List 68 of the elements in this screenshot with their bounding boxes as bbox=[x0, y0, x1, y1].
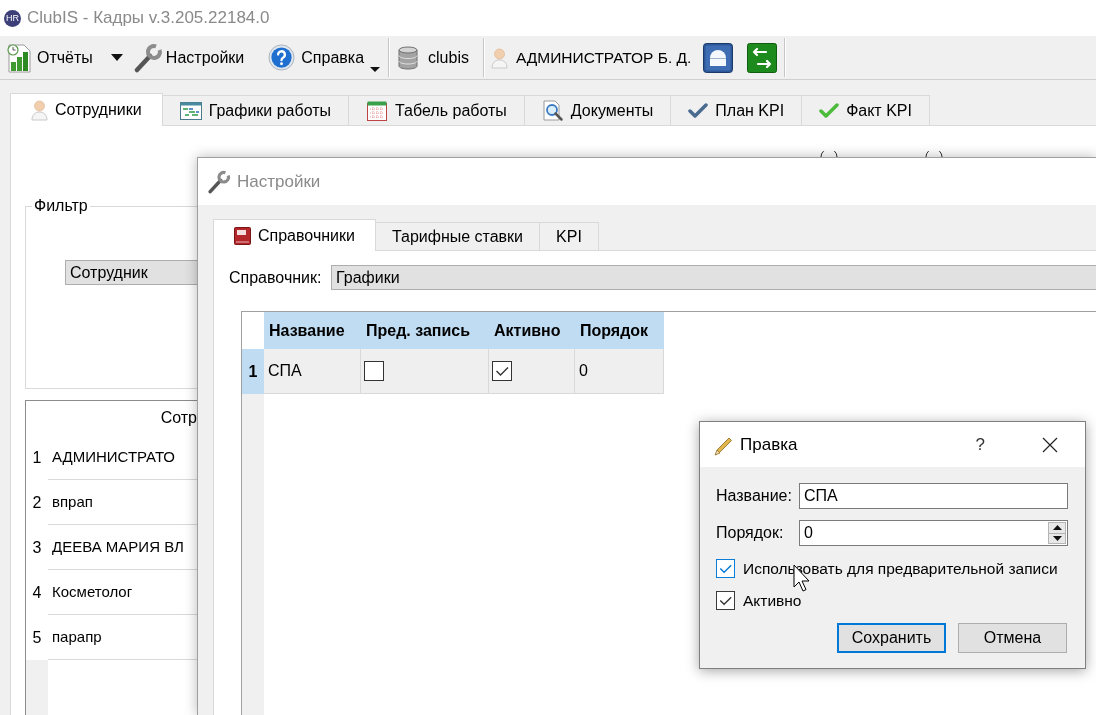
dropdown-field[interactable]: Графики bbox=[331, 265, 1096, 290]
close-icon[interactable] bbox=[1042, 436, 1058, 453]
dialog-button[interactable]: Сохранить bbox=[837, 623, 946, 653]
magnifier-icon bbox=[541, 99, 564, 122]
checkbox[interactable] bbox=[716, 559, 735, 578]
field-label: Название: bbox=[716, 486, 793, 506]
user-button[interactable]: АДМИНИСТРАТОР Б. Д. bbox=[488, 39, 694, 76]
column-header[interactable]: Название bbox=[264, 312, 361, 349]
help-button[interactable]: ? bbox=[975, 436, 985, 453]
reports-button[interactable]: Отчёты bbox=[3, 39, 95, 76]
user-icon bbox=[490, 46, 508, 69]
gantt-chart-icon bbox=[179, 101, 202, 120]
row-number: 2 bbox=[31, 492, 43, 513]
row-number: 3 bbox=[31, 537, 43, 558]
window-title: Настройки bbox=[237, 170, 321, 193]
checkbox[interactable] bbox=[364, 361, 384, 381]
row-header[interactable]: 1 bbox=[242, 349, 264, 394]
row-header-column bbox=[26, 660, 48, 715]
book-icon bbox=[234, 226, 251, 245]
field-label: Справочник: bbox=[228, 267, 323, 288]
text-field[interactable]: СПА bbox=[799, 483, 1068, 509]
tab[interactable]: Факт KPI bbox=[802, 95, 930, 125]
group-title: Фильтр bbox=[33, 198, 89, 214]
user-icon bbox=[31, 99, 48, 121]
row-number: 4 bbox=[31, 582, 43, 603]
caret-icon[interactable] bbox=[110, 54, 123, 61]
column-header[interactable]: Сотр bbox=[160, 406, 197, 430]
checkbox-label[interactable]: Активно bbox=[743, 588, 802, 613]
column-header[interactable]: Пред. запись bbox=[361, 312, 489, 349]
wrench-icon bbox=[207, 169, 231, 194]
app-logo: HR bbox=[4, 9, 21, 27]
tab[interactable]: Справочники bbox=[213, 219, 376, 251]
calendar-icon bbox=[366, 99, 389, 122]
row-number: 1 bbox=[31, 447, 43, 468]
settings-button[interactable]: Настройки bbox=[130, 39, 247, 76]
row-number: 5 bbox=[31, 627, 43, 648]
wrench-icon bbox=[132, 42, 163, 73]
database-button[interactable]: clubis bbox=[396, 39, 471, 76]
column-header[interactable]: Активно bbox=[489, 312, 575, 349]
help-button[interactable]: Справка bbox=[266, 39, 383, 76]
tab[interactable]: Документы bbox=[524, 95, 672, 125]
window-title: ClubIS - Кадры v.3.205.22184.0 bbox=[27, 7, 270, 30]
dialog-title: Правка bbox=[740, 433, 798, 456]
dialog-button[interactable]: Отмена bbox=[958, 623, 1067, 653]
exchange-arrows-icon[interactable] bbox=[747, 42, 778, 73]
bar-chart-icon bbox=[5, 42, 32, 73]
checkbox[interactable] bbox=[492, 361, 512, 381]
tab[interactable]: Графики работы bbox=[162, 95, 350, 125]
caret-icon bbox=[370, 66, 381, 72]
tab[interactable]: Сотрудники bbox=[10, 93, 163, 126]
tab[interactable]: Табель работы bbox=[349, 95, 525, 125]
table-cell: 0 bbox=[575, 349, 664, 394]
tab[interactable]: KPI bbox=[540, 222, 599, 250]
checkbox[interactable] bbox=[716, 591, 735, 610]
help-icon bbox=[268, 44, 296, 71]
database-icon bbox=[398, 45, 419, 70]
dropdown-field[interactable]: Сотрудник bbox=[65, 260, 197, 285]
radio-button-icon[interactable] bbox=[820, 151, 838, 157]
field-label: Порядок: bbox=[716, 523, 785, 543]
checkbox-label[interactable]: Использовать для предварительной записи bbox=[743, 556, 1058, 581]
column-header[interactable]: Порядок bbox=[575, 312, 664, 349]
table-cell: СПА bbox=[264, 349, 361, 394]
check-icon bbox=[688, 102, 709, 119]
tab[interactable]: План KPI bbox=[671, 95, 803, 125]
check-icon bbox=[819, 102, 840, 119]
radio-button-icon[interactable] bbox=[925, 151, 943, 157]
lock-icon[interactable] bbox=[703, 42, 734, 73]
tab[interactable]: Тарифные ставки bbox=[375, 222, 541, 250]
